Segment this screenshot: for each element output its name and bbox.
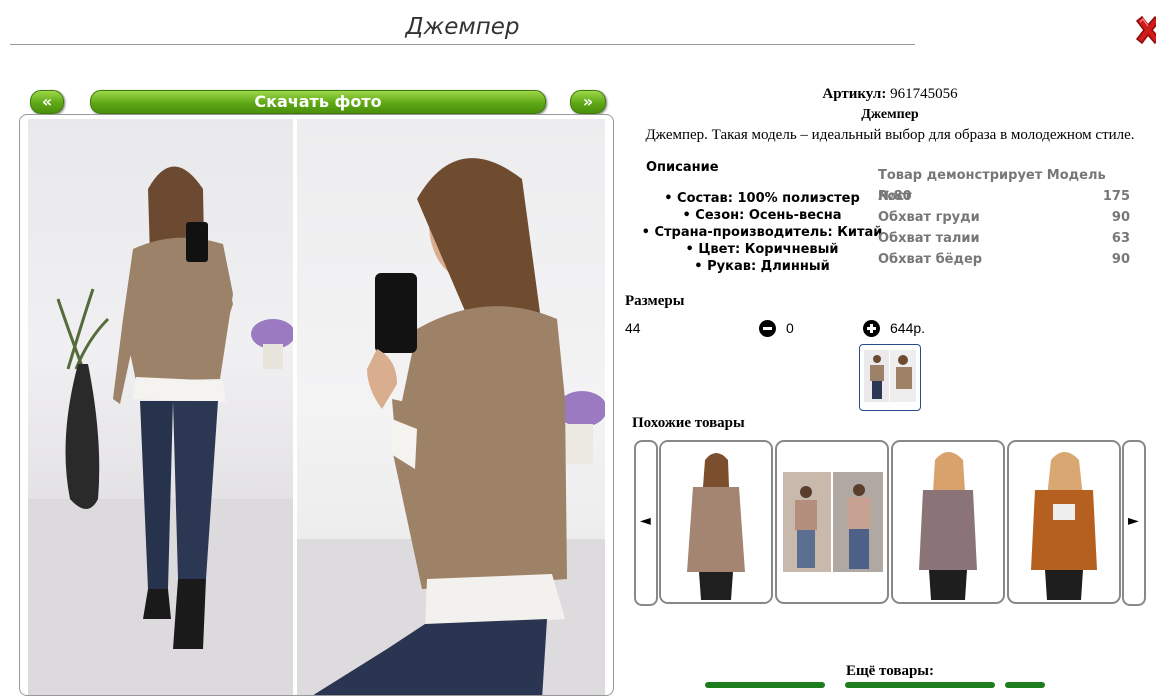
article-value: 961745056: [890, 86, 958, 102]
model-heading-text: Товар демонстрирует Модель №80: [878, 168, 1106, 204]
description-item: Состав: 100% полиэстер: [640, 190, 884, 207]
product-photo-side: [297, 119, 605, 695]
more-products-link[interactable]: [1005, 682, 1045, 688]
download-photo-button[interactable]: Скачать фото: [90, 90, 546, 114]
close-icon[interactable]: [1133, 14, 1156, 46]
model-row-value: 63: [1111, 231, 1130, 246]
more-products-link[interactable]: [845, 682, 995, 688]
model-measurements: Товар демонстрирует Модель №80 Рост 175 О…: [878, 165, 1130, 270]
model-row: Обхват талии 63: [878, 228, 1130, 249]
article-label: Артикул:: [822, 86, 887, 102]
similar-item[interactable]: [659, 440, 773, 604]
arrow-left-icon: ◄: [640, 513, 651, 529]
product-description: Джемпер. Такая модель – идеальный выбор …: [645, 127, 1135, 143]
more-products-heading: Ещё товары:: [845, 663, 935, 679]
similar-heading: Похожие товары: [632, 415, 745, 431]
model-row: Обхват бёдер 90: [878, 249, 1130, 270]
next-photo-button[interactable]: »: [570, 90, 606, 114]
model-row: Обхват груди 90: [878, 207, 1130, 228]
size-value: 44: [625, 320, 641, 336]
model-heading: Товар демонстрирует Модель №80: [878, 165, 1130, 204]
product-name: Джемпер: [861, 107, 919, 122]
model-row-value: 90: [1111, 252, 1130, 267]
model-row-label: Обхват груди: [878, 210, 980, 225]
similar-prev-button[interactable]: ◄: [634, 440, 658, 606]
similar-next-button[interactable]: ►: [1122, 440, 1146, 606]
more-products-link[interactable]: [705, 682, 825, 688]
model-row-label: Обхват бёдер: [878, 252, 983, 267]
size-row: 44 0 644р.: [625, 320, 1025, 338]
increase-quantity-icon[interactable]: [863, 320, 880, 337]
description-item: Цвет: Коричневый: [640, 241, 884, 258]
prev-photo-button[interactable]: «: [30, 90, 64, 114]
description-list: Состав: 100% полиэстер Сезон: Осень-весн…: [640, 190, 884, 275]
size-price: 644р.: [890, 320, 926, 336]
sizes-heading: Размеры: [625, 293, 685, 309]
description-item: Страна-производитель: Китай: [640, 224, 884, 241]
description-heading: Описание: [646, 160, 719, 175]
model-row-label: Обхват талии: [878, 231, 980, 246]
model-row-value: 175: [1102, 189, 1130, 204]
photo-viewer: [19, 114, 614, 696]
model-row-value: 90: [1111, 210, 1130, 225]
similar-item[interactable]: [775, 440, 889, 604]
decrease-quantity-icon[interactable]: [759, 320, 776, 337]
description-item: Сезон: Осень-весна: [640, 207, 884, 224]
model-row-label: Рост: [878, 189, 912, 204]
page-title: Джемпер: [405, 14, 520, 40]
size-thumbnail[interactable]: [859, 344, 921, 411]
description-item: Рукав: Длинный: [640, 258, 884, 275]
title-divider: [10, 44, 915, 45]
model-row: Рост 175: [878, 186, 1130, 207]
quantity-value: 0: [786, 320, 794, 336]
article-line: Артикул: 961745056: [620, 86, 1156, 103]
product-photo-front: [28, 119, 293, 695]
similar-item[interactable]: [891, 440, 1005, 604]
similar-item[interactable]: [1007, 440, 1121, 604]
arrow-right-icon: ►: [1128, 513, 1139, 529]
